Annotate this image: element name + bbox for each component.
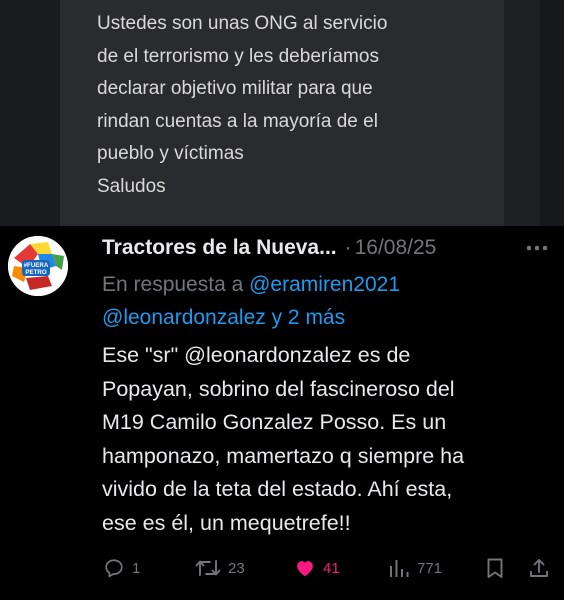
tweet-body: Ese "sr" @leonardonzalez es de Popayan, …	[102, 339, 554, 540]
svg-text:PETRO: PETRO	[25, 269, 47, 276]
tweet-body-line: vivido de la teta del estado. Ahí esta,	[102, 477, 453, 501]
tweet-body-line: ese es él, un mequetrefe!!	[102, 510, 351, 535]
reply-button[interactable]: 1	[103, 553, 140, 583]
parent-tweet-region: Ustedes son unas ONG al servicio de el t…	[0, 0, 564, 226]
share-button[interactable]	[528, 553, 550, 583]
repost-button[interactable]: 23	[195, 553, 245, 583]
parent-tweet-line: rindan cuentas a la mayoría de el	[97, 110, 378, 132]
reply-icon	[105, 559, 123, 578]
repost-count: 23	[228, 559, 245, 577]
bookmark-icon	[487, 558, 503, 578]
bookmark-button[interactable]	[485, 553, 505, 583]
action-bar: 1 23 41 771	[0, 553, 564, 583]
reply-count: 1	[132, 559, 141, 577]
parent-tweet-line: pueblo y víctimas	[97, 143, 244, 164]
tweet-body-line: Ese "sr" @leonardonzalez es de	[102, 343, 411, 367]
tweet-body-line: Popayan, sobrino del fascineroso del	[102, 376, 455, 401]
views-icon	[390, 560, 409, 577]
parent-tweet-line: de el terrorismo y les deberíamos	[97, 45, 379, 67]
parent-tweet-text: Ustedes son unas ONG al servicio de el t…	[97, 8, 497, 203]
reply-mention[interactable]: @eramiren2021	[249, 273, 400, 296]
avatar-image: #FUERA PETRO	[8, 236, 68, 296]
views-button[interactable]: 771	[388, 553, 442, 583]
separator-dot: ·	[344, 236, 352, 259]
repost-icon	[195, 560, 221, 576]
reply-context: En respuesta a @eramiren2021 @leonardonz…	[102, 268, 552, 334]
avatar[interactable]: #FUERA PETRO	[8, 236, 68, 296]
tweet-date[interactable]: 16/08/25	[355, 236, 437, 260]
tweet-body-line: hamponazo, mamertazo q siempre ha	[102, 443, 465, 468]
avatar-text: #FUERA	[24, 262, 49, 269]
parent-tweet-line: Ustedes son unas ONG al servicio	[97, 13, 388, 34]
author-name[interactable]: Tractores de la Nueva...	[102, 236, 337, 260]
share-icon	[530, 559, 548, 577]
like-count: 41	[323, 559, 340, 577]
heart-icon	[297, 561, 313, 577]
like-button[interactable]: 41	[294, 553, 340, 583]
parent-tweet-line: declarar objetivo militar para que	[97, 78, 373, 99]
more-options-button[interactable]	[522, 237, 552, 259]
views-count: 771	[417, 559, 443, 577]
more-icon	[526, 245, 548, 251]
scroll-rail	[504, 0, 540, 226]
reply-prefix: En respuesta a	[102, 273, 244, 296]
thread-rail	[0, 0, 60, 226]
parent-tweet-line: Saludos	[97, 175, 166, 197]
reply-mention-others[interactable]: @leonardonzalez y 2 más	[102, 306, 345, 329]
tweet-body-line: M19 Camilo Gonzalez Posso. Es un	[102, 410, 447, 434]
tweet-header: Tractores de la Nueva... · 16/08/25	[102, 233, 436, 263]
